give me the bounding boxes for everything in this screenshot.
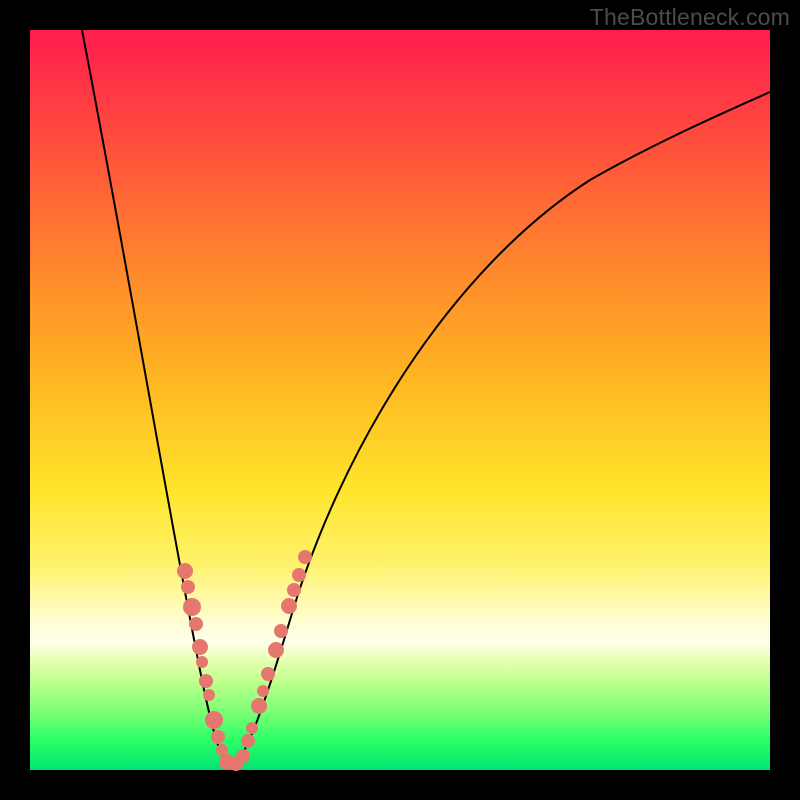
- data-bead: [183, 598, 201, 616]
- data-bead: [196, 656, 208, 668]
- data-bead: [192, 639, 208, 655]
- data-bead: [281, 598, 297, 614]
- data-bead: [211, 730, 225, 744]
- data-beads-group: [177, 550, 312, 771]
- data-bead: [274, 624, 288, 638]
- bottleneck-curve: [82, 30, 770, 768]
- data-bead: [287, 583, 301, 597]
- watermark-text: TheBottleneck.com: [590, 4, 790, 31]
- data-bead: [292, 568, 306, 582]
- data-bead: [268, 642, 284, 658]
- chart-plot-area: [30, 30, 770, 770]
- data-bead: [298, 550, 312, 564]
- data-bead: [189, 617, 203, 631]
- data-bead: [177, 563, 193, 579]
- data-bead: [251, 698, 267, 714]
- data-bead: [199, 674, 213, 688]
- chart-svg: [30, 30, 770, 770]
- data-bead: [181, 580, 195, 594]
- data-bead: [203, 689, 215, 701]
- data-bead: [257, 685, 269, 697]
- data-bead: [241, 734, 255, 748]
- chart-frame: TheBottleneck.com: [0, 0, 800, 800]
- data-bead: [236, 749, 250, 763]
- data-bead: [246, 722, 258, 734]
- data-bead: [205, 711, 223, 729]
- data-bead: [261, 667, 275, 681]
